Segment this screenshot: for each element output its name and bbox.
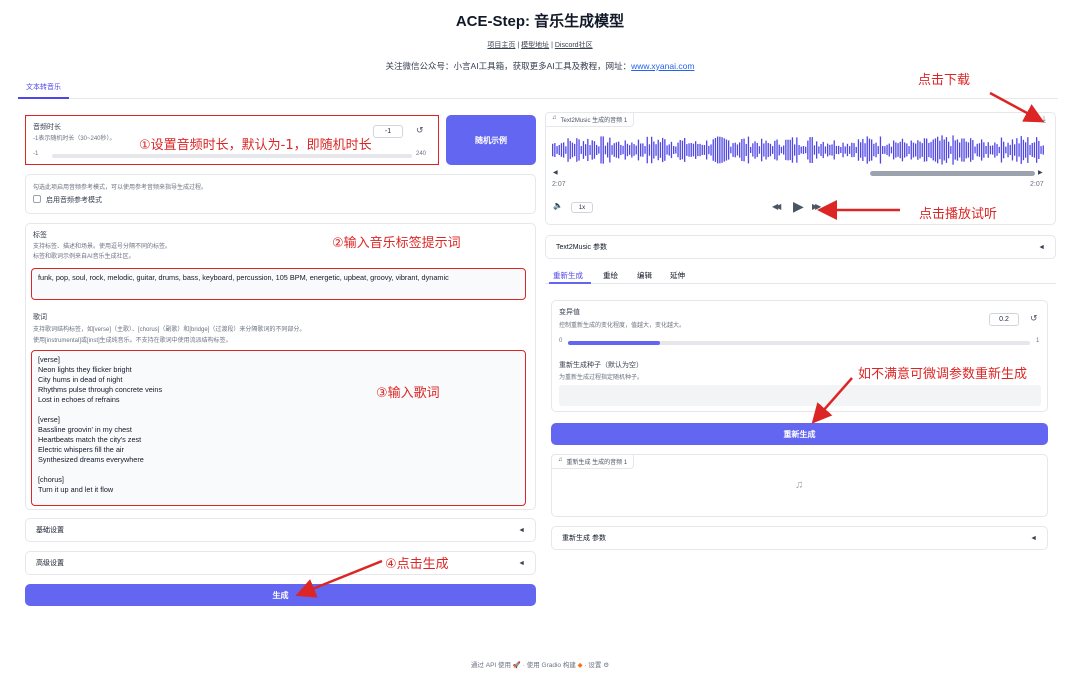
api-link[interactable]: 通过 API 使用: [471, 662, 511, 669]
arrow-download: [989, 91, 1045, 123]
arrow-adjust: [811, 377, 853, 424]
footer: 通过 API 使用 🚀 · 使用 Gradio 构建 ◆ · 设置 ⚙: [470, 662, 610, 669]
arrow-generate: [295, 559, 383, 598]
gradio-link[interactable]: 使用 Gradio 构建: [527, 662, 576, 669]
rocket-icon: 🚀: [512, 662, 521, 669]
annotation-arrows: [295, 91, 1045, 598]
gear-icon: ⚙: [603, 662, 610, 669]
settings-link[interactable]: 设置: [588, 662, 601, 669]
